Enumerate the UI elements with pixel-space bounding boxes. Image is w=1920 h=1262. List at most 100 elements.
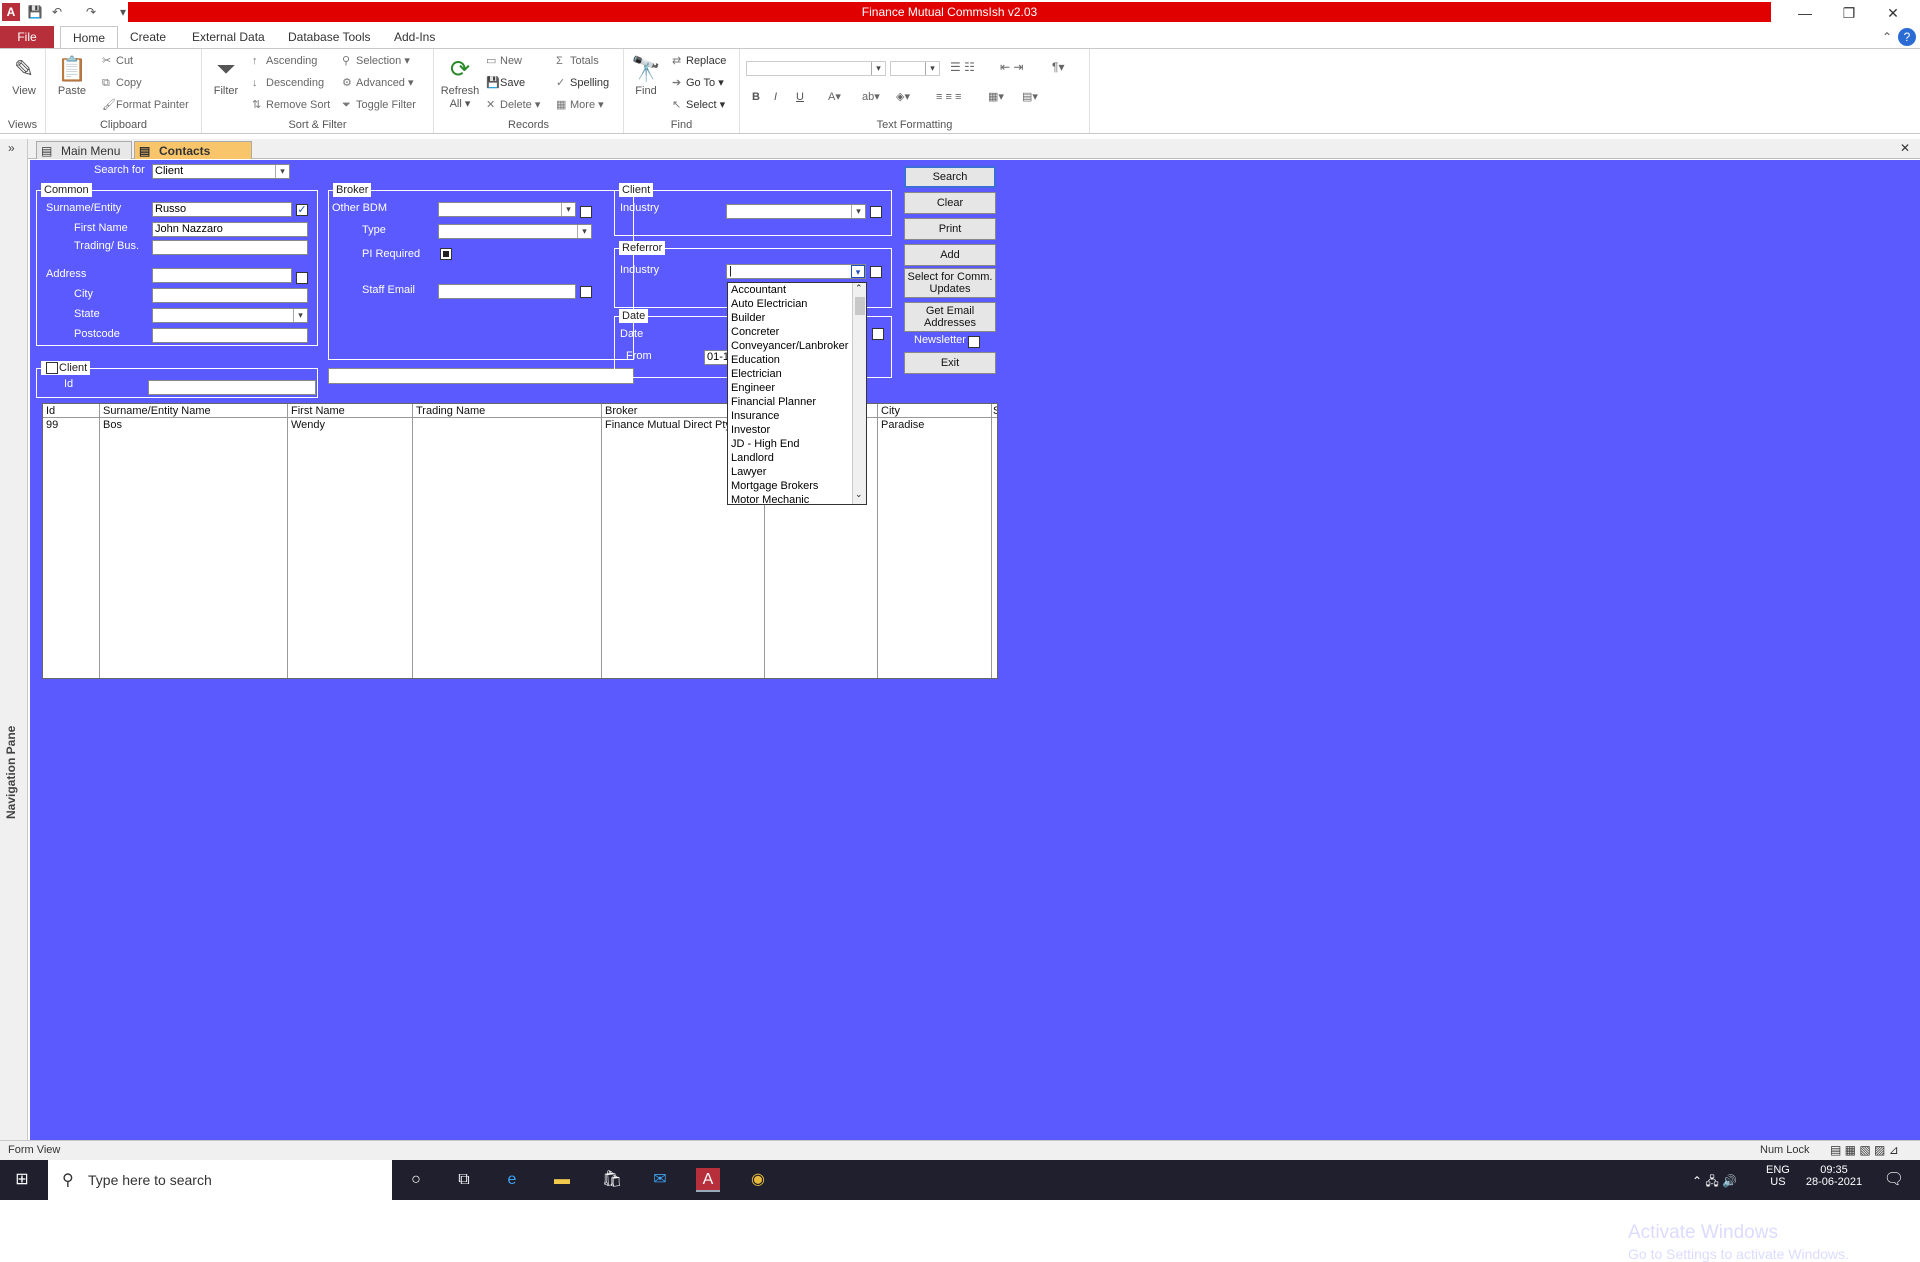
descending-button[interactable]: ↓ Descending — [252, 75, 324, 91]
dropdown-option[interactable]: Financial Planner — [728, 395, 866, 409]
exit-button[interactable]: Exit — [904, 352, 996, 374]
table-cell[interactable]: Wendy — [288, 418, 412, 432]
get-email-addresses-button[interactable]: Get Email Addresses — [904, 302, 996, 332]
dropdown-option[interactable]: Landlord — [728, 451, 866, 465]
newsletter-checkbox[interactable] — [968, 336, 980, 348]
delete-record-button[interactable]: ✕ Delete ▾ — [486, 97, 540, 113]
dropdown-option[interactable]: Motor Mechanic — [728, 493, 866, 507]
task-view-icon[interactable]: ⧉ — [452, 1168, 476, 1192]
advanced-button[interactable]: ⚙ Advanced ▾ — [342, 75, 414, 91]
dropdown-option[interactable]: Accountant — [728, 283, 866, 297]
fill-color-icon[interactable]: ◈▾ — [896, 89, 910, 105]
city-field[interactable] — [152, 288, 308, 303]
scroll-thumb[interactable] — [855, 297, 865, 315]
view-switcher-icons[interactable]: ▤ ▦ ▧ ▨ ⊿ — [1830, 1143, 1899, 1157]
table-header[interactable]: S — [992, 404, 997, 418]
replace-button[interactable]: ⇄ Replace — [672, 53, 726, 69]
bullets-icon[interactable]: ☰ ☷ — [950, 59, 975, 75]
staff-email-checkbox[interactable] — [580, 286, 592, 298]
select-for-comm-updates-button[interactable]: Select for Comm. Updates — [904, 268, 996, 298]
save-record-button[interactable]: 💾Save — [486, 75, 525, 91]
industry-dropdown-list[interactable]: Accountant Auto Electrician Builder Concret… — [727, 282, 867, 507]
expand-chevron-icon[interactable]: » — [8, 141, 15, 155]
cortana-icon[interactable]: ○ — [404, 1168, 428, 1192]
table-header[interactable]: Surname/Entity Name — [100, 404, 287, 418]
referror-industry-checkbox[interactable] — [870, 266, 882, 278]
dropdown-option[interactable]: Mortgage Brokers — [728, 479, 866, 493]
bold-button[interactable]: B — [752, 89, 760, 105]
tab-home[interactable]: Home — [60, 26, 119, 48]
clock[interactable]: 09:35 28-06-2021 — [1800, 1164, 1868, 1188]
align-icon[interactable]: ≡ ≡ ≡ — [936, 89, 961, 105]
tab-main-menu[interactable]: ▤ Main Menu — [36, 141, 132, 159]
dropdown-option[interactable]: Concreter — [728, 325, 866, 339]
collapse-ribbon-icon[interactable]: ⌃ — [1878, 28, 1896, 46]
font-size-select[interactable]: ▾ — [890, 61, 940, 76]
dropdown-option[interactable]: Engineer — [728, 381, 866, 395]
goto-button[interactable]: ➔ Go To ▾ — [672, 75, 724, 91]
tab-file[interactable]: File — [0, 26, 54, 48]
redo-icon[interactable]: ↷ — [82, 3, 100, 21]
search-button[interactable]: Search — [904, 166, 996, 188]
first-name-field[interactable]: John Nazzaro — [152, 222, 308, 237]
taskbar-search-box[interactable]: ⚲ Type here to search — [48, 1160, 392, 1200]
staff-email-field[interactable] — [438, 284, 576, 299]
client-id-checkbox[interactable] — [46, 362, 58, 374]
ascending-button[interactable]: ↑ Ascending — [252, 53, 317, 69]
table-cell[interactable]: Bos — [100, 418, 287, 432]
other-bdm-select[interactable]: ▾ — [438, 202, 576, 217]
scroll-down-icon[interactable]: ⌄ — [855, 489, 863, 500]
paragraph-icon[interactable]: ¶▾ — [1052, 59, 1064, 75]
dropdown-option[interactable]: Builder — [728, 311, 866, 325]
table-cell[interactable]: 99 — [43, 418, 99, 432]
type-select[interactable]: ▾ — [438, 224, 592, 239]
table-header[interactable]: City — [878, 404, 991, 418]
chrome-icon[interactable]: ◉ — [746, 1168, 770, 1192]
postcode-field[interactable] — [152, 328, 308, 343]
edge-icon[interactable]: e — [500, 1168, 524, 1192]
free-text-field[interactable] — [328, 368, 634, 384]
address-checkbox[interactable] — [296, 272, 308, 284]
help-icon[interactable]: ? — [1898, 28, 1916, 46]
dropdown-option[interactable]: Lawyer — [728, 465, 866, 479]
add-button[interactable]: Add — [904, 244, 996, 266]
state-select[interactable]: ▾ — [152, 308, 308, 323]
new-record-button[interactable]: ▭ New — [486, 53, 522, 69]
client-id-field[interactable] — [148, 380, 316, 395]
table-header[interactable]: First Name — [288, 404, 412, 418]
close-button[interactable]: ✕ — [1870, 0, 1916, 26]
surname-field[interactable]: Russo — [152, 202, 292, 217]
surname-checkbox[interactable]: ✓ — [296, 204, 308, 216]
referror-industry-select[interactable]: | ▾ — [726, 264, 866, 279]
minimize-button[interactable]: — — [1782, 0, 1828, 26]
font-name-select[interactable]: ▾ — [746, 61, 886, 76]
dropdown-scrollbar[interactable]: ⌃ ⌄ — [852, 283, 866, 504]
underline-button[interactable]: U — [796, 89, 804, 105]
alternate-row-color-icon[interactable]: ▤▾ — [1022, 89, 1038, 105]
search-for-select[interactable]: Client ▾ — [152, 164, 290, 179]
table-cell[interactable]: Paradise — [878, 418, 991, 432]
copy-button[interactable]: ⧉ Copy — [102, 75, 142, 91]
refresh-all-button[interactable]: ⟳ Refresh All ▾ — [440, 55, 480, 111]
restore-button[interactable]: ❐ — [1826, 0, 1872, 26]
access-taskbar-icon[interactable]: A — [696, 1168, 720, 1192]
dropdown-option[interactable]: Education — [728, 353, 866, 367]
tab-create[interactable]: Create — [118, 26, 178, 48]
system-tray-icons[interactable]: ⌃ 🖧 🔊 — [1692, 1172, 1737, 1193]
table-header[interactable]: Trading Name — [413, 404, 601, 418]
dropdown-option[interactable]: Electrician — [728, 367, 866, 381]
tab-database-tools[interactable]: Database Tools — [276, 26, 383, 48]
select-button[interactable]: ↖ Select ▾ — [672, 97, 725, 113]
print-button[interactable]: Print — [904, 218, 996, 240]
indent-icon[interactable]: ⇤ ⇥ — [1000, 59, 1023, 75]
italic-button[interactable]: I — [774, 89, 777, 105]
format-painter-button[interactable]: 🖌Format Painter — [102, 97, 189, 113]
address-field[interactable] — [152, 268, 292, 283]
filter-button[interactable]: ⏷ Filter — [208, 55, 244, 98]
dropdown-option[interactable]: Investor — [728, 423, 866, 437]
highlight-icon[interactable]: ab▾ — [862, 89, 880, 105]
find-button[interactable]: 🔭 Find — [628, 55, 664, 98]
date-checkbox[interactable] — [872, 328, 884, 340]
table-header[interactable]: Id — [43, 404, 99, 418]
font-color-icon[interactable]: A▾ — [828, 89, 841, 105]
